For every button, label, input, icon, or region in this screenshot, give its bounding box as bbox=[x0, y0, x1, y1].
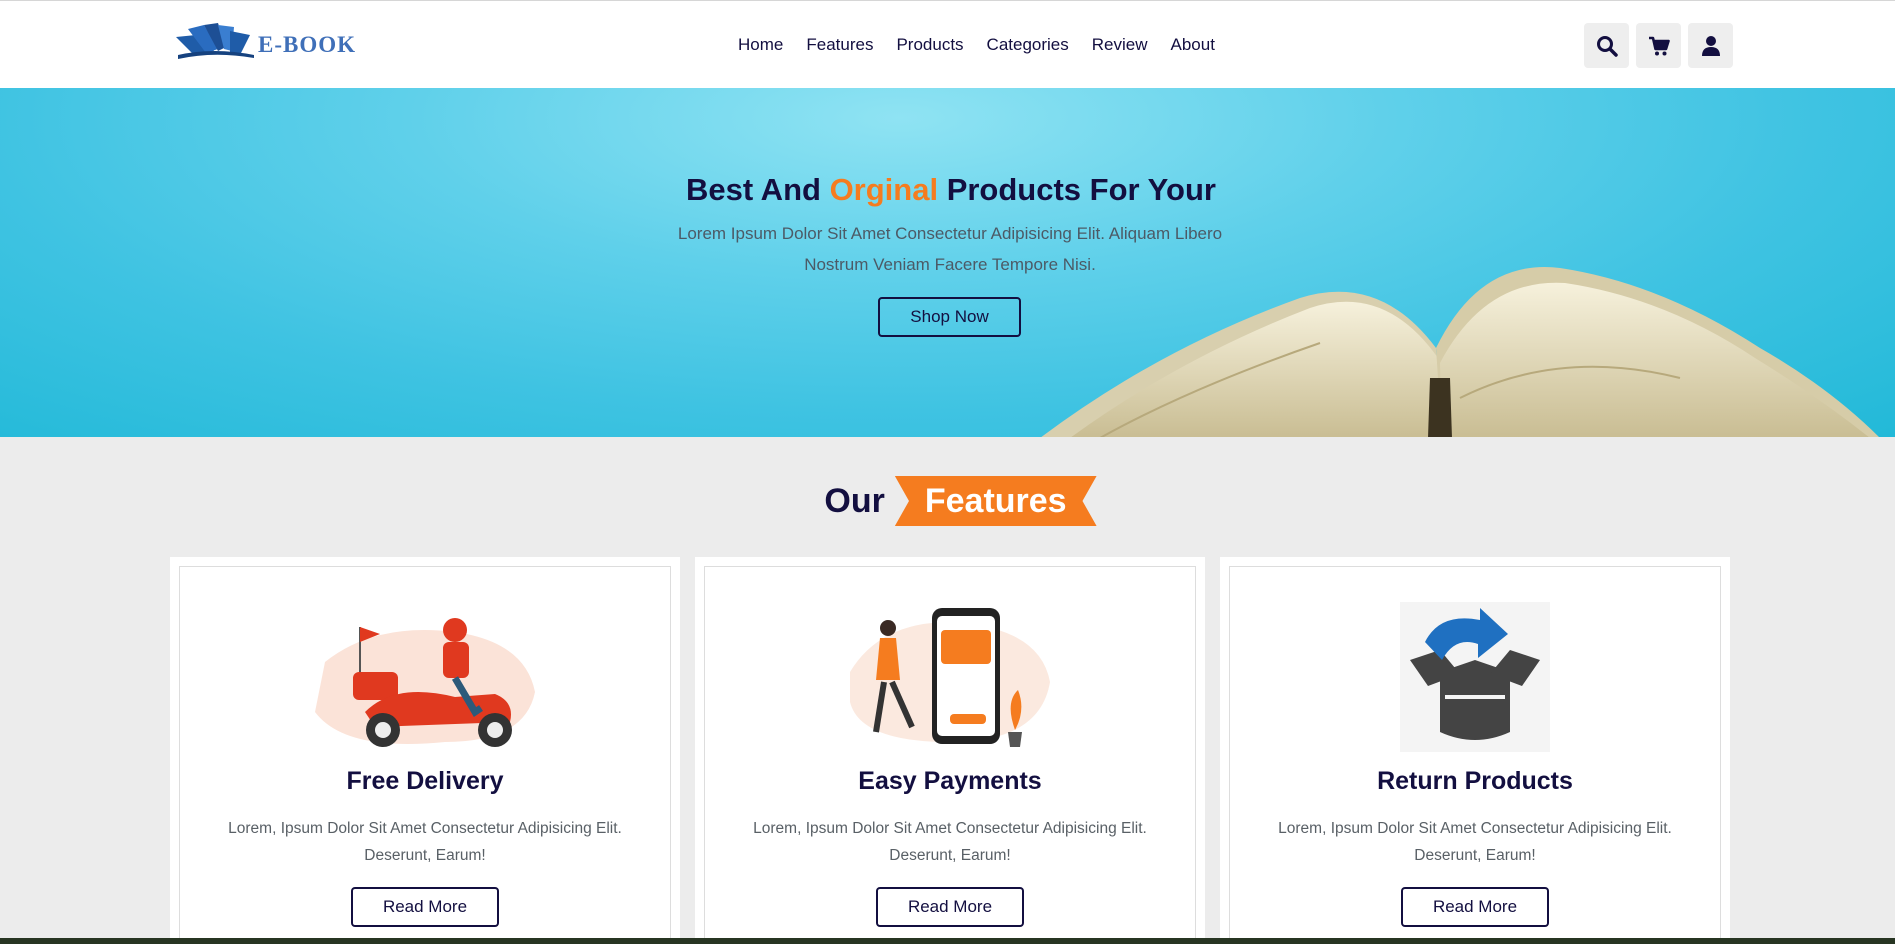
hero-banner: Best And Orginal Products For Your Lorem… bbox=[0, 88, 1895, 437]
user-button[interactable] bbox=[1688, 23, 1733, 68]
features-heading: Our Features bbox=[0, 476, 1895, 526]
payments-illustration bbox=[705, 602, 1195, 757]
card-title: Easy Payments bbox=[858, 767, 1042, 795]
read-more-button[interactable]: Read More bbox=[1401, 887, 1549, 927]
card-text: Lorem, Ipsum Dolor Sit Amet Consectetur … bbox=[228, 820, 622, 864]
logo[interactable]: E-BOOK bbox=[174, 21, 356, 65]
search-icon bbox=[1596, 35, 1618, 57]
site-header: E-BOOK Home Features Products Categories… bbox=[0, 0, 1895, 88]
feature-card-delivery: Free Delivery Lorem, Ipsum Dolor Sit Ame… bbox=[170, 557, 680, 944]
nav-products[interactable]: Products bbox=[896, 35, 963, 55]
bottom-strip bbox=[0, 938, 1895, 944]
nav-about[interactable]: About bbox=[1171, 35, 1215, 55]
hero-title: Best And Orginal Products For Your bbox=[686, 172, 1216, 207]
main-nav: Home Features Products Categories Review… bbox=[738, 35, 1215, 55]
heading-badge: Features bbox=[894, 476, 1097, 526]
read-more-button[interactable]: Read More bbox=[351, 887, 499, 927]
search-button[interactable] bbox=[1584, 23, 1629, 68]
cart-icon bbox=[1648, 36, 1670, 55]
card-title: Free Delivery bbox=[346, 767, 504, 795]
feature-card-payments: Easy Payments Lorem, Ipsum Dolor Sit Ame… bbox=[695, 557, 1205, 944]
user-icon bbox=[1701, 35, 1720, 56]
feature-card-returns: Return Products Lorem, Ipsum Dolor Sit A… bbox=[1220, 557, 1730, 944]
hero-subtitle: Lorem Ipsum Dolor Sit Amet Consectetur A… bbox=[677, 224, 1223, 274]
hero-title-highlight: Orginal bbox=[829, 172, 939, 207]
cart-button[interactable] bbox=[1636, 23, 1681, 68]
nav-categories[interactable]: Categories bbox=[987, 35, 1069, 55]
card-text: Lorem, Ipsum Dolor Sit Amet Consectetur … bbox=[753, 820, 1147, 864]
heading-plain: Our bbox=[824, 481, 885, 520]
nav-home[interactable]: Home bbox=[738, 35, 783, 55]
book-logo-icon bbox=[176, 23, 254, 59]
card-title: Return Products bbox=[1377, 767, 1573, 795]
nav-review[interactable]: Review bbox=[1092, 35, 1148, 55]
delivery-illustration bbox=[180, 602, 670, 757]
card-text: Lorem, Ipsum Dolor Sit Amet Consectetur … bbox=[1278, 820, 1672, 864]
return-box-illustration bbox=[1230, 602, 1720, 757]
shop-now-button[interactable]: Shop Now bbox=[878, 297, 1021, 337]
read-more-button[interactable]: Read More bbox=[876, 887, 1024, 927]
nav-features[interactable]: Features bbox=[806, 35, 873, 55]
logo-text: E-BOOK bbox=[258, 32, 357, 57]
header-icons bbox=[1584, 23, 1733, 68]
